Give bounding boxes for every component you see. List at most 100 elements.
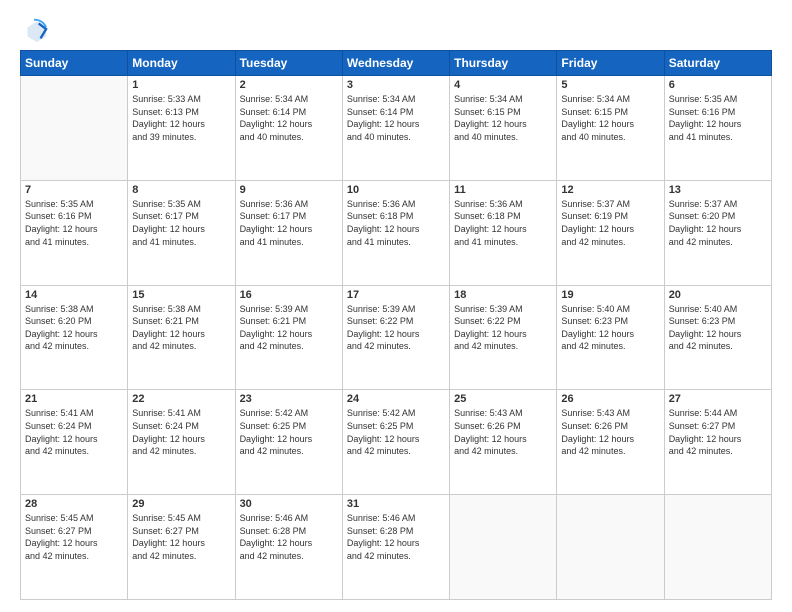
day-info: Sunrise: 5:42 AM Sunset: 6:25 PM Dayligh…	[240, 407, 338, 457]
weekday-header: Saturday	[664, 51, 771, 76]
day-number: 8	[132, 184, 230, 196]
calendar-cell: 8 Sunrise: 5:35 AM Sunset: 6:17 PM Daylig…	[128, 180, 235, 285]
day-number: 19	[561, 289, 659, 301]
day-info: Sunrise: 5:43 AM Sunset: 6:26 PM Dayligh…	[561, 407, 659, 457]
weekday-header: Thursday	[450, 51, 557, 76]
calendar-header-row: SundayMondayTuesdayWednesdayThursdayFrid…	[21, 51, 772, 76]
day-info: Sunrise: 5:44 AM Sunset: 6:27 PM Dayligh…	[669, 407, 767, 457]
day-info: Sunrise: 5:36 AM Sunset: 6:17 PM Dayligh…	[240, 198, 338, 248]
day-number: 10	[347, 184, 445, 196]
calendar-cell	[557, 495, 664, 600]
calendar-cell: 15 Sunrise: 5:38 AM Sunset: 6:21 PM Dayli…	[128, 285, 235, 390]
day-info: Sunrise: 5:33 AM Sunset: 6:13 PM Dayligh…	[132, 93, 230, 143]
calendar-cell	[21, 76, 128, 181]
day-info: Sunrise: 5:36 AM Sunset: 6:18 PM Dayligh…	[454, 198, 552, 248]
calendar-week-row: 28 Sunrise: 5:45 AM Sunset: 6:27 PM Dayli…	[21, 495, 772, 600]
calendar-cell: 11 Sunrise: 5:36 AM Sunset: 6:18 PM Dayli…	[450, 180, 557, 285]
day-number: 11	[454, 184, 552, 196]
day-info: Sunrise: 5:45 AM Sunset: 6:27 PM Dayligh…	[25, 512, 123, 562]
day-number: 27	[669, 393, 767, 405]
calendar-cell: 6 Sunrise: 5:35 AM Sunset: 6:16 PM Daylig…	[664, 76, 771, 181]
calendar-cell: 28 Sunrise: 5:45 AM Sunset: 6:27 PM Dayli…	[21, 495, 128, 600]
day-info: Sunrise: 5:46 AM Sunset: 6:28 PM Dayligh…	[240, 512, 338, 562]
calendar-week-row: 1 Sunrise: 5:33 AM Sunset: 6:13 PM Daylig…	[21, 76, 772, 181]
day-info: Sunrise: 5:37 AM Sunset: 6:20 PM Dayligh…	[669, 198, 767, 248]
day-info: Sunrise: 5:43 AM Sunset: 6:26 PM Dayligh…	[454, 407, 552, 457]
calendar-cell: 16 Sunrise: 5:39 AM Sunset: 6:21 PM Dayli…	[235, 285, 342, 390]
day-number: 30	[240, 498, 338, 510]
calendar-cell: 21Sunrise: 5:41 AM Sunset: 6:24 PM Dayli…	[21, 390, 128, 495]
calendar-cell: 2Sunrise: 5:34 AM Sunset: 6:14 PM Daylig…	[235, 76, 342, 181]
calendar-table: SundayMondayTuesdayWednesdayThursdayFrid…	[20, 50, 772, 600]
day-number: 12	[561, 184, 659, 196]
calendar-cell: 5Sunrise: 5:34 AM Sunset: 6:15 PM Daylig…	[557, 76, 664, 181]
day-info: Sunrise: 5:35 AM Sunset: 6:17 PM Dayligh…	[132, 198, 230, 248]
calendar-cell: 22 Sunrise: 5:41 AM Sunset: 6:24 PM Dayli…	[128, 390, 235, 495]
calendar-cell: 23Sunrise: 5:42 AM Sunset: 6:25 PM Dayli…	[235, 390, 342, 495]
calendar-cell: 7 Sunrise: 5:35 AM Sunset: 6:16 PM Daylig…	[21, 180, 128, 285]
calendar-cell: 17Sunrise: 5:39 AM Sunset: 6:22 PM Dayli…	[342, 285, 449, 390]
calendar-cell: 31 Sunrise: 5:46 AM Sunset: 6:28 PM Dayli…	[342, 495, 449, 600]
calendar-cell: 25Sunrise: 5:43 AM Sunset: 6:26 PM Dayli…	[450, 390, 557, 495]
day-number: 18	[454, 289, 552, 301]
calendar-cell: 9 Sunrise: 5:36 AM Sunset: 6:17 PM Daylig…	[235, 180, 342, 285]
day-number: 2	[240, 79, 338, 91]
logo-icon	[20, 16, 48, 44]
day-info: Sunrise: 5:37 AM Sunset: 6:19 PM Dayligh…	[561, 198, 659, 248]
day-number: 13	[669, 184, 767, 196]
page: SundayMondayTuesdayWednesdayThursdayFrid…	[0, 0, 792, 612]
calendar-cell: 10 Sunrise: 5:36 AM Sunset: 6:18 PM Dayli…	[342, 180, 449, 285]
day-number: 16	[240, 289, 338, 301]
calendar-cell	[664, 495, 771, 600]
calendar-cell: 13 Sunrise: 5:37 AM Sunset: 6:20 PM Dayli…	[664, 180, 771, 285]
day-number: 28	[25, 498, 123, 510]
day-info: Sunrise: 5:46 AM Sunset: 6:28 PM Dayligh…	[347, 512, 445, 562]
day-info: Sunrise: 5:35 AM Sunset: 6:16 PM Dayligh…	[25, 198, 123, 248]
calendar-week-row: 14 Sunrise: 5:38 AM Sunset: 6:20 PM Dayli…	[21, 285, 772, 390]
day-number: 21	[25, 393, 123, 405]
calendar-cell: 19Sunrise: 5:40 AM Sunset: 6:23 PM Dayli…	[557, 285, 664, 390]
day-number: 9	[240, 184, 338, 196]
calendar-cell: 14 Sunrise: 5:38 AM Sunset: 6:20 PM Dayli…	[21, 285, 128, 390]
calendar-cell: 4Sunrise: 5:34 AM Sunset: 6:15 PM Daylig…	[450, 76, 557, 181]
day-info: Sunrise: 5:41 AM Sunset: 6:24 PM Dayligh…	[132, 407, 230, 457]
weekday-header: Wednesday	[342, 51, 449, 76]
day-number: 6	[669, 79, 767, 91]
day-info: Sunrise: 5:35 AM Sunset: 6:16 PM Dayligh…	[669, 93, 767, 143]
calendar-cell: 1 Sunrise: 5:33 AM Sunset: 6:13 PM Daylig…	[128, 76, 235, 181]
weekday-header: Friday	[557, 51, 664, 76]
day-number: 14	[25, 289, 123, 301]
day-info: Sunrise: 5:39 AM Sunset: 6:22 PM Dayligh…	[454, 303, 552, 353]
calendar-week-row: 7 Sunrise: 5:35 AM Sunset: 6:16 PM Daylig…	[21, 180, 772, 285]
calendar-week-row: 21 Sunrise: 5:41 AM Sunset: 6:24 PM Dayli…	[21, 390, 772, 495]
day-number: 1	[132, 79, 230, 91]
weekday-header: Tuesday	[235, 51, 342, 76]
day-info: Sunrise: 5:38 AM Sunset: 6:21 PM Dayligh…	[132, 303, 230, 353]
calendar-cell: 3 Sunrise: 5:34 AM Sunset: 6:14 PM Daylig…	[342, 76, 449, 181]
day-number: 5	[561, 79, 659, 91]
day-number: 7	[25, 184, 123, 196]
day-number: 26	[561, 393, 659, 405]
day-info: Sunrise: 5:34 AM Sunset: 6:14 PM Dayligh…	[347, 93, 445, 143]
day-info: Sunrise: 5:39 AM Sunset: 6:21 PM Dayligh…	[240, 303, 338, 353]
calendar-cell: 27 Sunrise: 5:44 AM Sunset: 6:27 PM Dayli…	[664, 390, 771, 495]
day-number: 20	[669, 289, 767, 301]
weekday-header: Monday	[128, 51, 235, 76]
day-number: 4	[454, 79, 552, 91]
calendar-cell: 12 Sunrise: 5:37 AM Sunset: 6:19 PM Dayli…	[557, 180, 664, 285]
day-number: 22	[132, 393, 230, 405]
day-number: 15	[132, 289, 230, 301]
day-number: 24	[347, 393, 445, 405]
day-number: 17	[347, 289, 445, 301]
day-info: Sunrise: 5:38 AM Sunset: 6:20 PM Dayligh…	[25, 303, 123, 353]
calendar-cell: 20 Sunrise: 5:40 AM Sunset: 6:23 PM Dayli…	[664, 285, 771, 390]
day-info: Sunrise: 5:40 AM Sunset: 6:23 PM Dayligh…	[669, 303, 767, 353]
day-number: 31	[347, 498, 445, 510]
day-info: Sunrise: 5:45 AM Sunset: 6:27 PM Dayligh…	[132, 512, 230, 562]
day-number: 3	[347, 79, 445, 91]
calendar-cell: 18 Sunrise: 5:39 AM Sunset: 6:22 PM Dayli…	[450, 285, 557, 390]
logo	[20, 16, 52, 44]
day-info: Sunrise: 5:36 AM Sunset: 6:18 PM Dayligh…	[347, 198, 445, 248]
calendar-cell: 26 Sunrise: 5:43 AM Sunset: 6:26 PM Dayli…	[557, 390, 664, 495]
weekday-header: Sunday	[21, 51, 128, 76]
